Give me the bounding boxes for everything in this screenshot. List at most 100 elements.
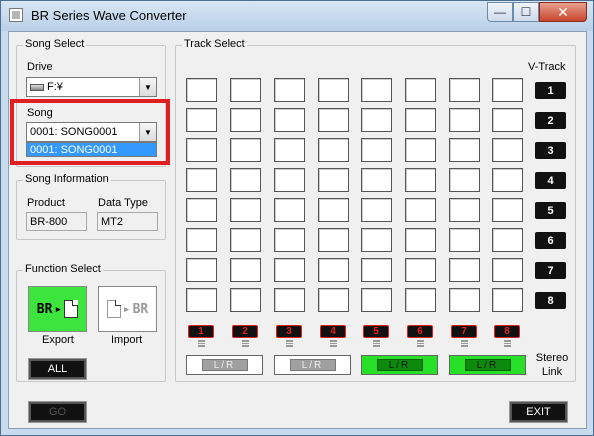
track-cell[interactable] (492, 228, 523, 252)
track-cell[interactable] (492, 258, 523, 282)
track-cell[interactable] (449, 288, 480, 312)
track-cell[interactable] (318, 108, 349, 132)
vtrack-badge[interactable]: 2 (535, 112, 566, 129)
track-cell[interactable] (186, 138, 217, 162)
track-cell[interactable] (186, 78, 217, 102)
track-cell[interactable] (405, 138, 436, 162)
track-cell[interactable] (230, 78, 261, 102)
track-cell[interactable] (318, 138, 349, 162)
track-cell[interactable] (361, 288, 392, 312)
track-cell[interactable] (449, 228, 480, 252)
track-cell[interactable] (361, 258, 392, 282)
track-cell[interactable] (230, 108, 261, 132)
track-cell[interactable] (318, 198, 349, 222)
product-field: BR-800 (26, 212, 87, 231)
stereo-link-button[interactable]: L/R (186, 355, 263, 375)
vtrack-label: V-Track (528, 61, 566, 73)
stereo-link-label-line1: Stereo (535, 352, 569, 364)
track-cell[interactable] (449, 198, 480, 222)
track-cell[interactable] (318, 228, 349, 252)
vtrack-badge[interactable]: 7 (535, 262, 566, 279)
track-cell[interactable] (274, 258, 305, 282)
vtrack-badge[interactable]: 1 (535, 82, 566, 99)
track-cell[interactable] (230, 138, 261, 162)
all-button[interactable]: ALL (28, 358, 87, 380)
track-cell[interactable] (405, 258, 436, 282)
maximize-button[interactable]: ☐ (513, 2, 539, 22)
track-cell[interactable] (230, 258, 261, 282)
stereo-link-button[interactable]: L/R (449, 355, 526, 375)
track-cell[interactable] (492, 168, 523, 192)
track-cell[interactable] (492, 288, 523, 312)
drive-select[interactable]: F:¥ ▼ (26, 77, 157, 97)
vtrack-badge[interactable]: 5 (535, 202, 566, 219)
track-cell[interactable] (405, 288, 436, 312)
track-cell[interactable] (361, 168, 392, 192)
song-select-title: Song Select (23, 38, 87, 50)
track-cell[interactable] (405, 168, 436, 192)
track-cell[interactable] (318, 288, 349, 312)
track-cell[interactable] (274, 138, 305, 162)
track-cell[interactable] (274, 198, 305, 222)
track-cell[interactable] (361, 228, 392, 252)
track-cell[interactable] (318, 168, 349, 192)
minimize-button[interactable]: — (487, 2, 513, 22)
track-cell[interactable] (274, 108, 305, 132)
client-area: Song Select Drive F:¥ ▼ Song 0001: SONG0… (8, 31, 587, 429)
track-cell[interactable] (449, 78, 480, 102)
track-cell[interactable] (449, 168, 480, 192)
track-cell[interactable] (449, 138, 480, 162)
track-cell[interactable] (318, 78, 349, 102)
track-cell[interactable] (186, 288, 217, 312)
track-cell[interactable] (186, 258, 217, 282)
import-icon: ▸ BR (106, 300, 148, 318)
track-cell[interactable] (361, 138, 392, 162)
track-cell[interactable] (186, 228, 217, 252)
track-cell[interactable] (230, 198, 261, 222)
track-cell[interactable] (186, 168, 217, 192)
track-cell[interactable] (492, 138, 523, 162)
stereo-link-button[interactable]: L/R (361, 355, 438, 375)
track-cell[interactable] (274, 78, 305, 102)
track-cell[interactable] (492, 198, 523, 222)
track-connector-icon (330, 340, 337, 347)
track-cell[interactable] (274, 228, 305, 252)
track-cell[interactable] (492, 78, 523, 102)
vtrack-badge[interactable]: 4 (535, 172, 566, 189)
track-cell[interactable] (230, 168, 261, 192)
track-cell[interactable] (405, 198, 436, 222)
track-connector-icon (198, 340, 205, 347)
vtrack-badge[interactable]: 8 (535, 292, 566, 309)
track-cell[interactable] (449, 258, 480, 282)
title-bar[interactable]: BR Series Wave Converter — ☐ ✕ (1, 1, 593, 31)
window-title: BR Series Wave Converter (31, 8, 187, 23)
vtrack-badge[interactable]: 6 (535, 232, 566, 249)
chevron-down-icon[interactable]: ▼ (139, 78, 156, 96)
track-number-label: 3 (276, 325, 302, 338)
track-cell[interactable] (361, 78, 392, 102)
track-cell[interactable] (230, 228, 261, 252)
track-number-label: 7 (451, 325, 477, 338)
exit-button[interactable]: EXIT (509, 401, 568, 423)
stereo-link-button[interactable]: L/R (274, 355, 351, 375)
track-cell[interactable] (405, 228, 436, 252)
track-number-label: 4 (320, 325, 346, 338)
track-cell[interactable] (405, 78, 436, 102)
track-cell[interactable] (405, 108, 436, 132)
track-cell[interactable] (361, 108, 392, 132)
import-button[interactable]: ▸ BR (98, 286, 157, 332)
close-button[interactable]: ✕ (539, 2, 587, 22)
export-button[interactable]: BR ▸ (28, 286, 87, 332)
product-label: Product (27, 197, 65, 209)
track-cell[interactable] (449, 108, 480, 132)
track-cell[interactable] (186, 198, 217, 222)
vtrack-badge[interactable]: 3 (535, 142, 566, 159)
track-cell[interactable] (274, 288, 305, 312)
track-cell[interactable] (230, 288, 261, 312)
track-cell[interactable] (274, 168, 305, 192)
track-cell[interactable] (318, 258, 349, 282)
go-button[interactable]: GO (28, 401, 87, 423)
track-cell[interactable] (492, 108, 523, 132)
track-cell[interactable] (361, 198, 392, 222)
track-cell[interactable] (186, 108, 217, 132)
